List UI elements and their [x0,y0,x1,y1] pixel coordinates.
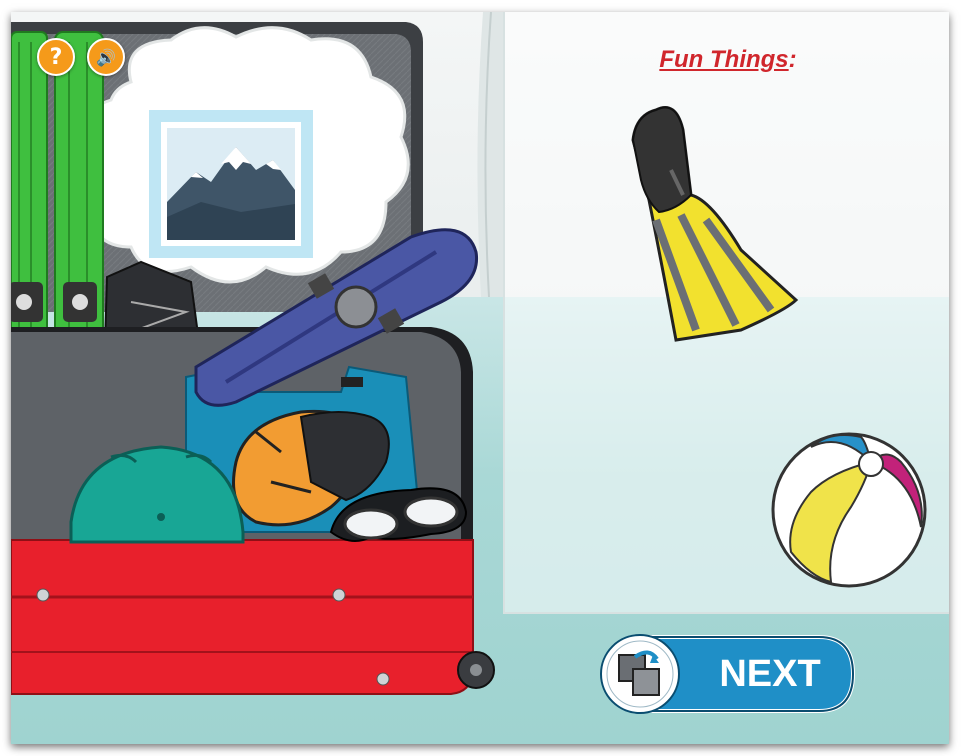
next-button[interactable]: NEXT [599,633,857,715]
sound-icon[interactable]: 🔊 [87,38,125,76]
suitcase-scene [11,22,495,695]
game-stage: Fun Things: ? 🔊 NEXT [11,12,949,744]
panel-title-text: Fun Things [659,46,789,73]
swap-cards-icon [618,650,660,696]
help-glyph: ? [49,44,63,70]
mountain-picture [167,128,295,240]
beach-ball[interactable] [771,432,927,590]
panel-title: Fun Things: [505,46,949,74]
sound-glyph: 🔊 [96,47,116,67]
help-icon[interactable]: ? [37,38,75,76]
panel-title-colon: : [788,46,797,73]
swim-fin[interactable] [621,100,801,342]
next-label: NEXT [719,653,821,695]
